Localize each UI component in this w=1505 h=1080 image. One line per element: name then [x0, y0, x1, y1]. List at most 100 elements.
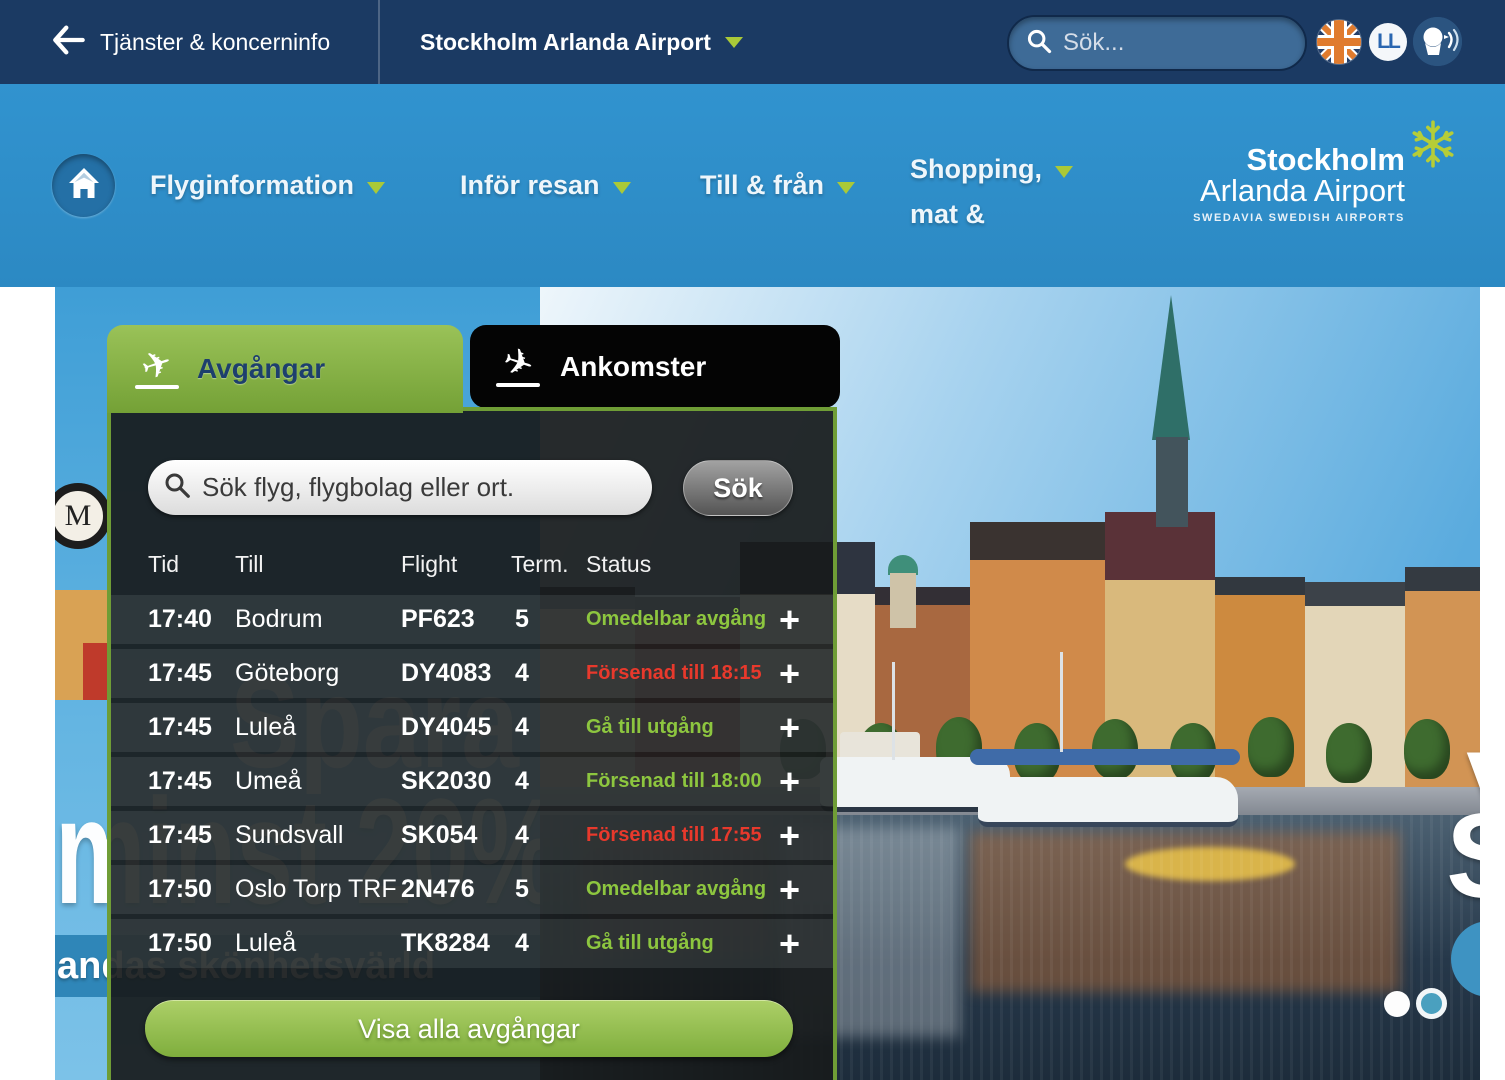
flight-dest: Sundsvall — [235, 811, 343, 860]
flight-dest: Luleå — [235, 703, 296, 752]
col-status: Status — [586, 551, 651, 578]
expand-plus-icon[interactable]: + — [779, 703, 800, 752]
col-flight: Flight — [401, 551, 457, 578]
nav-label: Flyginformation — [150, 170, 354, 201]
language-uk-flag-icon[interactable] — [1317, 20, 1361, 64]
chevron-down-icon — [725, 37, 743, 48]
flight-status: Gå till utgång — [586, 919, 714, 968]
logo-line1: Stockholm — [1193, 144, 1405, 175]
flight-time: 17:45 — [148, 811, 212, 860]
boat-canopy — [970, 749, 1240, 765]
carousel-dot-1[interactable] — [1384, 991, 1410, 1017]
flight-time: 17:45 — [148, 703, 212, 752]
flight-status: Omedelbar avgång — [586, 865, 766, 914]
promo-product-image — [83, 643, 109, 700]
table-header: Tid Till Flight Term. Status — [111, 551, 833, 587]
flight-number: SK2030 — [401, 757, 491, 806]
corporate-info-link[interactable]: Tjänster & koncerninfo — [52, 0, 330, 84]
expand-plus-icon[interactable]: + — [779, 865, 800, 914]
corporate-info-label: Tjänster & koncerninfo — [100, 29, 330, 56]
airport-selector-label: Stockholm Arlanda Airport — [420, 29, 711, 56]
carousel-dot-2-active[interactable] — [1416, 988, 1447, 1019]
airport-selector[interactable]: Stockholm Arlanda Airport — [420, 0, 743, 84]
site-search — [1007, 15, 1307, 71]
airport-logo[interactable]: Stockholm Arlanda Airport SWEDAVIA SWEDI… — [1193, 144, 1405, 224]
expand-plus-icon[interactable]: + — [779, 811, 800, 860]
flight-status: Gå till utgång — [586, 703, 714, 752]
search-icon — [162, 470, 192, 505]
tab-arrivals[interactable]: ✈ Ankomster — [470, 325, 840, 408]
flight-time: 17:40 — [148, 595, 212, 644]
nav-item-infor-resan[interactable]: Inför resan — [460, 170, 631, 201]
flight-term: 5 — [515, 595, 529, 644]
tab-arrivals-label: Ankomster — [560, 351, 706, 383]
plane-takeoff-icon: ✈ — [131, 349, 183, 389]
flight-time: 17:50 — [148, 865, 212, 914]
plane-landing-icon: ✈ — [492, 347, 544, 387]
flight-term: 4 — [515, 811, 529, 860]
home-icon — [66, 166, 102, 205]
flight-time: 17:45 — [148, 757, 212, 806]
chevron-down-icon — [1055, 166, 1073, 178]
flight-term: 5 — [515, 865, 529, 914]
table-row: 17:45 Göteborg DY4083 4 Försenad till 18… — [111, 649, 833, 698]
flight-search-button[interactable]: Sök — [683, 460, 793, 516]
table-row: 17:50 Oslo Torp TRF 2N476 5 Omedelbar av… — [111, 865, 833, 914]
show-all-departures-button[interactable]: Visa alla avgångar — [145, 1000, 793, 1057]
church-spire — [1152, 295, 1190, 440]
flight-search — [148, 460, 652, 515]
col-term: Term. — [511, 551, 569, 578]
flight-term: 4 — [515, 649, 529, 698]
table-row: 17:50 Luleå TK8284 4 Gå till utgång + — [111, 919, 833, 968]
flight-search-input[interactable] — [202, 472, 622, 503]
home-button[interactable] — [52, 154, 115, 217]
site-search-input[interactable] — [1063, 29, 1283, 57]
flight-dest: Oslo Torp TRF — [235, 865, 397, 914]
nav-item-flyginformation[interactable]: Flyginformation — [150, 170, 385, 201]
departures-panel: Sök Tid Till Flight Term. Status 17:40 B… — [107, 407, 837, 1080]
nav-label: mat & — [910, 199, 985, 230]
nav-item-shopping-mat[interactable]: Shopping, mat & — [910, 154, 1073, 230]
flight-term: 4 — [515, 919, 529, 968]
snowflake-logo-icon — [1408, 118, 1458, 175]
expand-plus-icon[interactable]: + — [779, 757, 800, 806]
table-row: 17:40 Bodrum PF623 5 Omedelbar avgång + — [111, 595, 833, 644]
top-bar: Tjänster & koncerninfo Stockholm Arlanda… — [0, 0, 1505, 84]
flight-dest: Göteborg — [235, 649, 339, 698]
logo-line3: SWEDAVIA SWEDISH AIRPORTS — [1193, 212, 1405, 224]
expand-plus-icon[interactable]: + — [779, 595, 800, 644]
flight-number: PF623 — [401, 595, 475, 644]
small-tower — [888, 555, 918, 575]
search-icon — [1025, 27, 1053, 60]
chevron-down-icon — [837, 182, 855, 194]
chevron-down-icon — [367, 182, 385, 194]
table-row: 17:45 Sundsvall SK054 4 Försenad till 17… — [111, 811, 833, 860]
logo-line2: Arlanda Airport — [1193, 175, 1405, 207]
boat — [978, 777, 1238, 827]
col-till: Till — [235, 551, 264, 578]
back-arrow-icon — [52, 25, 86, 60]
easy-read-icon[interactable]: LL — [1369, 23, 1407, 61]
expand-plus-icon[interactable]: + — [779, 649, 800, 698]
flight-dest: Umeå — [235, 757, 302, 806]
flight-status: Försenad till 17:55 — [586, 811, 762, 860]
flight-dest: Luleå — [235, 919, 296, 968]
table-row: 17:45 Luleå DY4045 4 Gå till utgång + — [111, 703, 833, 752]
chevron-down-icon — [613, 182, 631, 194]
flight-number: TK8284 — [401, 919, 490, 968]
next-slide-letter-s: S — [1446, 787, 1480, 925]
flight-term: 4 — [515, 757, 529, 806]
expand-plus-icon[interactable]: + — [779, 919, 800, 968]
flight-number: 2N476 — [401, 865, 475, 914]
flight-time: 17:50 — [148, 919, 212, 968]
topbar-divider — [378, 0, 380, 84]
flight-number: SK054 — [401, 811, 477, 860]
flight-status: Omedelbar avgång — [586, 595, 766, 644]
flight-term: 4 — [515, 703, 529, 752]
tab-departures[interactable]: ✈ Avgångar — [107, 325, 463, 413]
flight-number: DY4083 — [401, 649, 491, 698]
flight-time: 17:45 — [148, 649, 212, 698]
nav-item-till-fran[interactable]: Till & från — [700, 170, 855, 201]
flight-dest: Bodrum — [235, 595, 323, 644]
listen-speech-icon[interactable] — [1413, 17, 1462, 66]
